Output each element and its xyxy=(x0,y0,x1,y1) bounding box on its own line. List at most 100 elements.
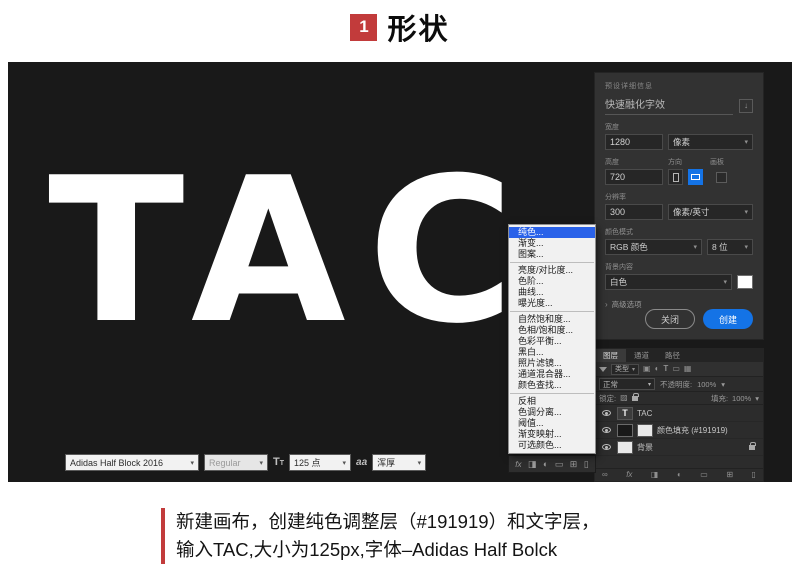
menu-item-vibrance[interactable]: 自然饱和度... xyxy=(509,314,595,325)
menu-item-levels[interactable]: 色阶... xyxy=(509,276,595,287)
link-layers-icon[interactable]: ∞ xyxy=(602,471,608,479)
adjustment-layer-icon[interactable]: ◐ xyxy=(677,471,682,479)
chevron-down-icon: ▾ xyxy=(648,381,651,388)
width-label: 宽度 xyxy=(605,122,753,132)
layer-row-color-fill[interactable]: 颜色填充 (#191919) xyxy=(595,422,763,439)
new-group-icon[interactable]: ▭ xyxy=(555,460,564,469)
anti-alias-select[interactable]: 浑厚 ▾ xyxy=(372,454,426,471)
section-title: 形状 xyxy=(387,6,449,48)
menu-item-photo-filter[interactable]: 照片滤镜... xyxy=(509,358,595,369)
filter-type-select[interactable]: 类型 ▾ xyxy=(611,364,639,375)
layer-name[interactable]: TAC xyxy=(637,409,652,418)
chevron-down-icon: ▾ xyxy=(259,459,263,467)
panel-bottom-icon-strip: fx ◨ ◐ ▭ ⊞ ▯ xyxy=(508,455,596,473)
menu-item-brightness-contrast[interactable]: 亮度/对比度... xyxy=(509,265,595,276)
new-layer-icon[interactable]: ⊞ xyxy=(570,460,578,469)
height-input[interactable]: 720 xyxy=(605,169,663,185)
layer-name[interactable]: 颜色填充 (#191919) xyxy=(657,425,728,436)
tab-paths[interactable]: 路径 xyxy=(657,349,688,362)
close-button[interactable]: 关闭 xyxy=(645,309,695,329)
fill-value[interactable]: 100% xyxy=(732,394,751,403)
delete-layer-icon[interactable]: ▯ xyxy=(752,471,756,479)
chevron-down-icon: ▾ xyxy=(755,394,759,403)
menu-item-pattern[interactable]: 图案... xyxy=(509,249,595,260)
layer-row-background[interactable]: 背景 xyxy=(595,439,763,456)
filter-pixel-layers-icon[interactable]: ▣ xyxy=(643,365,651,373)
visibility-eye-icon[interactable] xyxy=(599,444,613,450)
menu-item-exposure[interactable]: 曝光度... xyxy=(509,298,595,309)
tab-channels[interactable]: 通道 xyxy=(626,349,657,362)
caption-line-2: 输入TAC,大小为125px,字体–Adidas Half Bolck xyxy=(176,536,600,564)
background-contents-label: 背景内容 xyxy=(605,262,753,272)
bit-depth-select[interactable]: 8 位 ▾ xyxy=(707,239,753,255)
menu-item-gradient-map[interactable]: 渐变映射... xyxy=(509,429,595,440)
chevron-down-icon: ▾ xyxy=(632,366,635,373)
layer-mask-icon[interactable]: ◨ xyxy=(528,460,537,469)
layers-panel: 图层 通道 路径 类型 ▾ ▣ ◐ T ▭ ▦ 正常 ▾ 不透明度: 100% … xyxy=(594,348,764,482)
add-mask-icon[interactable]: ◨ xyxy=(651,471,659,479)
background-layer-thumbnail[interactable] xyxy=(617,441,633,454)
delete-layer-icon[interactable]: ▯ xyxy=(584,460,589,469)
new-group-icon[interactable]: ▭ xyxy=(700,471,708,479)
type-layer-thumbnail[interactable]: T xyxy=(617,407,633,420)
new-document-dialog: 预设详细信息 快速融化字效 ↓ 宽度 1280 像素 ▾ 高度 方向 画板 72… xyxy=(594,72,764,340)
menu-item-gradient[interactable]: 渐变... xyxy=(509,238,595,249)
artboard-checkbox[interactable] xyxy=(716,172,727,183)
preset-details-label: 预设详细信息 xyxy=(605,81,753,91)
opacity-value[interactable]: 100% xyxy=(697,380,716,389)
layer-row-tac[interactable]: T TAC xyxy=(595,405,763,422)
menu-item-color-balance[interactable]: 色彩平衡... xyxy=(509,336,595,347)
layer-effects-icon[interactable]: fx xyxy=(515,460,521,469)
font-style-select[interactable]: Regular ▾ xyxy=(204,454,268,471)
menu-item-channel-mixer[interactable]: 通道混合器... xyxy=(509,369,595,380)
filter-shape-layers-icon[interactable]: ▭ xyxy=(672,365,680,373)
landscape-icon xyxy=(691,174,700,180)
font-family-value: Adidas Half Block 2016 xyxy=(70,458,163,468)
filter-adjustment-layers-icon[interactable]: ◐ xyxy=(655,365,660,373)
menu-item-hue-saturation[interactable]: 色相/饱和度... xyxy=(509,325,595,336)
portrait-icon xyxy=(673,173,679,182)
menu-item-curves[interactable]: 曲线... xyxy=(509,287,595,298)
create-button[interactable]: 创建 xyxy=(703,309,753,329)
adjustment-layer-icon[interactable]: ◐ xyxy=(543,460,548,469)
lock-transparent-icon[interactable]: ▨ xyxy=(620,394,628,402)
filter-type-layers-icon[interactable]: T xyxy=(663,365,668,373)
menu-item-solid-color[interactable]: 纯色... xyxy=(509,227,595,238)
background-color-swatch[interactable] xyxy=(737,275,753,289)
width-input[interactable]: 1280 xyxy=(605,134,663,150)
caption-accent-bar xyxy=(161,508,165,564)
orientation-portrait-button[interactable] xyxy=(668,169,683,185)
font-size-select[interactable]: 125 点 ▾ xyxy=(289,454,351,471)
font-family-select[interactable]: Adidas Half Block 2016 ▾ xyxy=(65,454,199,471)
layer-mask-thumbnail[interactable] xyxy=(637,424,653,437)
menu-item-color-lookup[interactable]: 颜色查找... xyxy=(509,380,595,391)
tab-layers[interactable]: 图层 xyxy=(595,349,626,362)
filter-smart-objects-icon[interactable]: ▦ xyxy=(684,365,692,373)
orientation-label: 方向 xyxy=(668,157,710,167)
resolution-input[interactable]: 300 xyxy=(605,204,663,220)
menu-item-black-white[interactable]: 黑白... xyxy=(509,347,595,358)
layer-name[interactable]: 背景 xyxy=(637,442,653,453)
menu-item-invert[interactable]: 反相 xyxy=(509,396,595,407)
visibility-eye-icon[interactable] xyxy=(599,427,613,433)
anti-alias-icon: aa xyxy=(356,457,367,468)
artboard-label: 画板 xyxy=(710,157,724,167)
background-contents-select[interactable]: 白色 ▾ xyxy=(605,274,732,290)
orientation-landscape-button[interactable] xyxy=(688,169,703,185)
menu-item-threshold[interactable]: 阈值... xyxy=(509,418,595,429)
document-name-input[interactable]: 快速融化字效 xyxy=(605,96,733,115)
new-layer-icon[interactable]: ⊞ xyxy=(726,471,733,479)
layer-effects-icon[interactable]: fx xyxy=(626,471,632,479)
fill-layer-thumbnail[interactable] xyxy=(617,424,633,437)
visibility-eye-icon[interactable] xyxy=(599,410,613,416)
save-preset-icon[interactable]: ↓ xyxy=(739,99,753,113)
menu-item-posterize[interactable]: 色调分离... xyxy=(509,407,595,418)
color-mode-select[interactable]: RGB 颜色 ▾ xyxy=(605,239,702,255)
lock-all-icon[interactable] xyxy=(632,396,638,401)
type-options-toolbar: Adidas Half Block 2016 ▾ Regular ▾ T T 1… xyxy=(65,454,426,471)
menu-item-selective-color[interactable]: 可选颜色... xyxy=(509,440,595,451)
caption-line-1: 新建画布，创建纯色调整层（#191919）和文字层， xyxy=(176,508,600,536)
blend-mode-select[interactable]: 正常 ▾ xyxy=(599,378,655,390)
resolution-unit-select[interactable]: 像素/英寸 ▾ xyxy=(668,204,753,220)
width-unit-select[interactable]: 像素 ▾ xyxy=(668,134,753,150)
